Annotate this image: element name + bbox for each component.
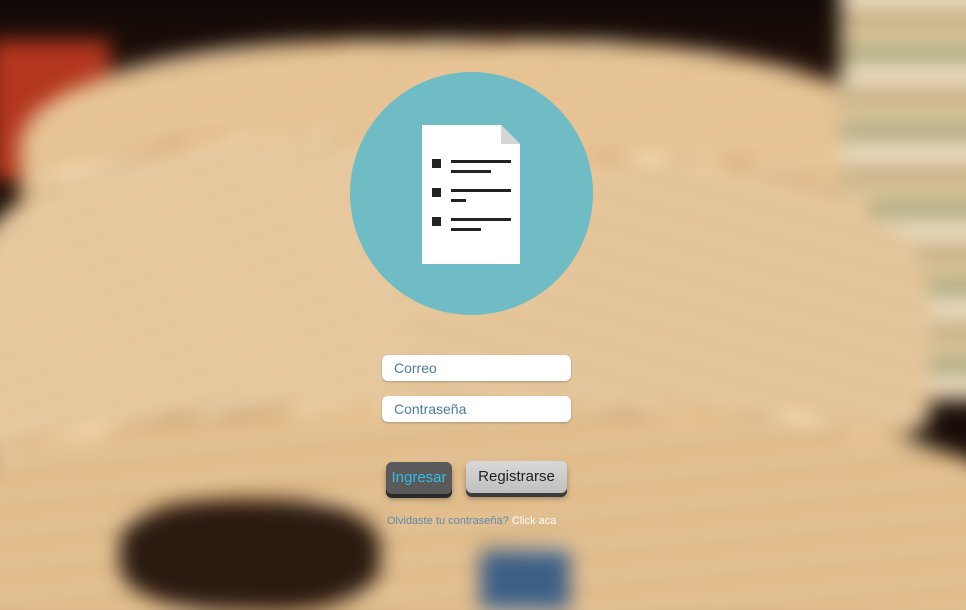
forgot-password-text: Olvidaste tu contraseña?	[387, 515, 509, 527]
app-logo	[350, 72, 593, 315]
password-field[interactable]	[382, 396, 571, 422]
login-screen: Ingresar Registrarse Olvidaste tu contra…	[0, 0, 966, 610]
forgot-password-link[interactable]: Click aca	[512, 515, 557, 527]
document-list-icon	[422, 125, 520, 264]
email-field[interactable]	[382, 355, 571, 381]
register-button[interactable]: Registrarse	[466, 461, 567, 493]
forgot-password-row: Olvidaste tu contraseña? Click aca	[387, 515, 556, 527]
login-button[interactable]: Ingresar	[386, 462, 452, 494]
